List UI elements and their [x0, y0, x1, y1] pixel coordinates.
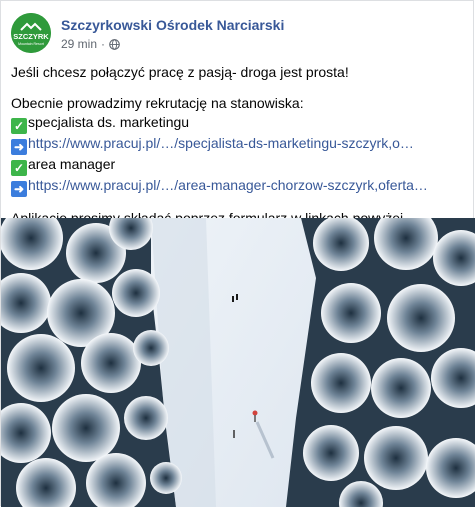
post-image[interactable]: [1, 218, 475, 507]
job-link-row: ➜ https://www.pracuj.pl/…/specjalista-ds-…: [11, 134, 467, 155]
post-meta: 29 min ·: [61, 37, 120, 51]
page-avatar[interactable]: SZCZYRK Mountain Resort: [11, 13, 51, 53]
szczyrk-logo: SZCZYRK Mountain Resort: [11, 13, 51, 53]
post-time[interactable]: 29 min: [61, 37, 97, 51]
post-header: SZCZYRK Mountain Resort Szczyrkowski Ośr…: [11, 13, 451, 53]
job-link[interactable]: https://www.pracuj.pl/…/specjalista-ds-m…: [28, 135, 414, 151]
right-arrow-icon: ➜: [11, 139, 27, 155]
job-title: area manager: [28, 156, 116, 172]
logo-subtext: Mountain Resort: [18, 42, 44, 46]
post-text: Jeśli chcesz połączyć pracę z pasją- dro…: [11, 63, 467, 228]
job-item: ✓ specjalista ds. marketingu: [11, 113, 467, 134]
globe-icon[interactable]: [109, 38, 120, 50]
check-mark-icon: ✓: [11, 118, 27, 134]
page-name[interactable]: Szczyrkowski Ośrodek Narciarski: [61, 17, 284, 33]
post-line-recruitment: Obecnie prowadzimy rekrutację na stanowi…: [11, 95, 304, 111]
job-link[interactable]: https://www.pracuj.pl/…/area-manager-cho…: [28, 177, 428, 193]
facebook-post: SZCZYRK Mountain Resort Szczyrkowski Ośr…: [0, 0, 475, 507]
job-link-row: ➜ https://www.pracuj.pl/…/area-manager-ch…: [11, 176, 467, 197]
aerial-ski-slope-image: [1, 218, 475, 507]
job-title: specjalista ds. marketingu: [28, 114, 190, 130]
right-arrow-icon: ➜: [11, 181, 27, 197]
logo-text: SZCZYRK: [13, 32, 49, 41]
post-line-intro: Jeśli chcesz połączyć pracę z pasją- dro…: [11, 64, 349, 80]
check-mark-icon: ✓: [11, 160, 27, 176]
job-item: ✓ area manager: [11, 155, 467, 176]
meta-separator: ·: [101, 37, 106, 51]
